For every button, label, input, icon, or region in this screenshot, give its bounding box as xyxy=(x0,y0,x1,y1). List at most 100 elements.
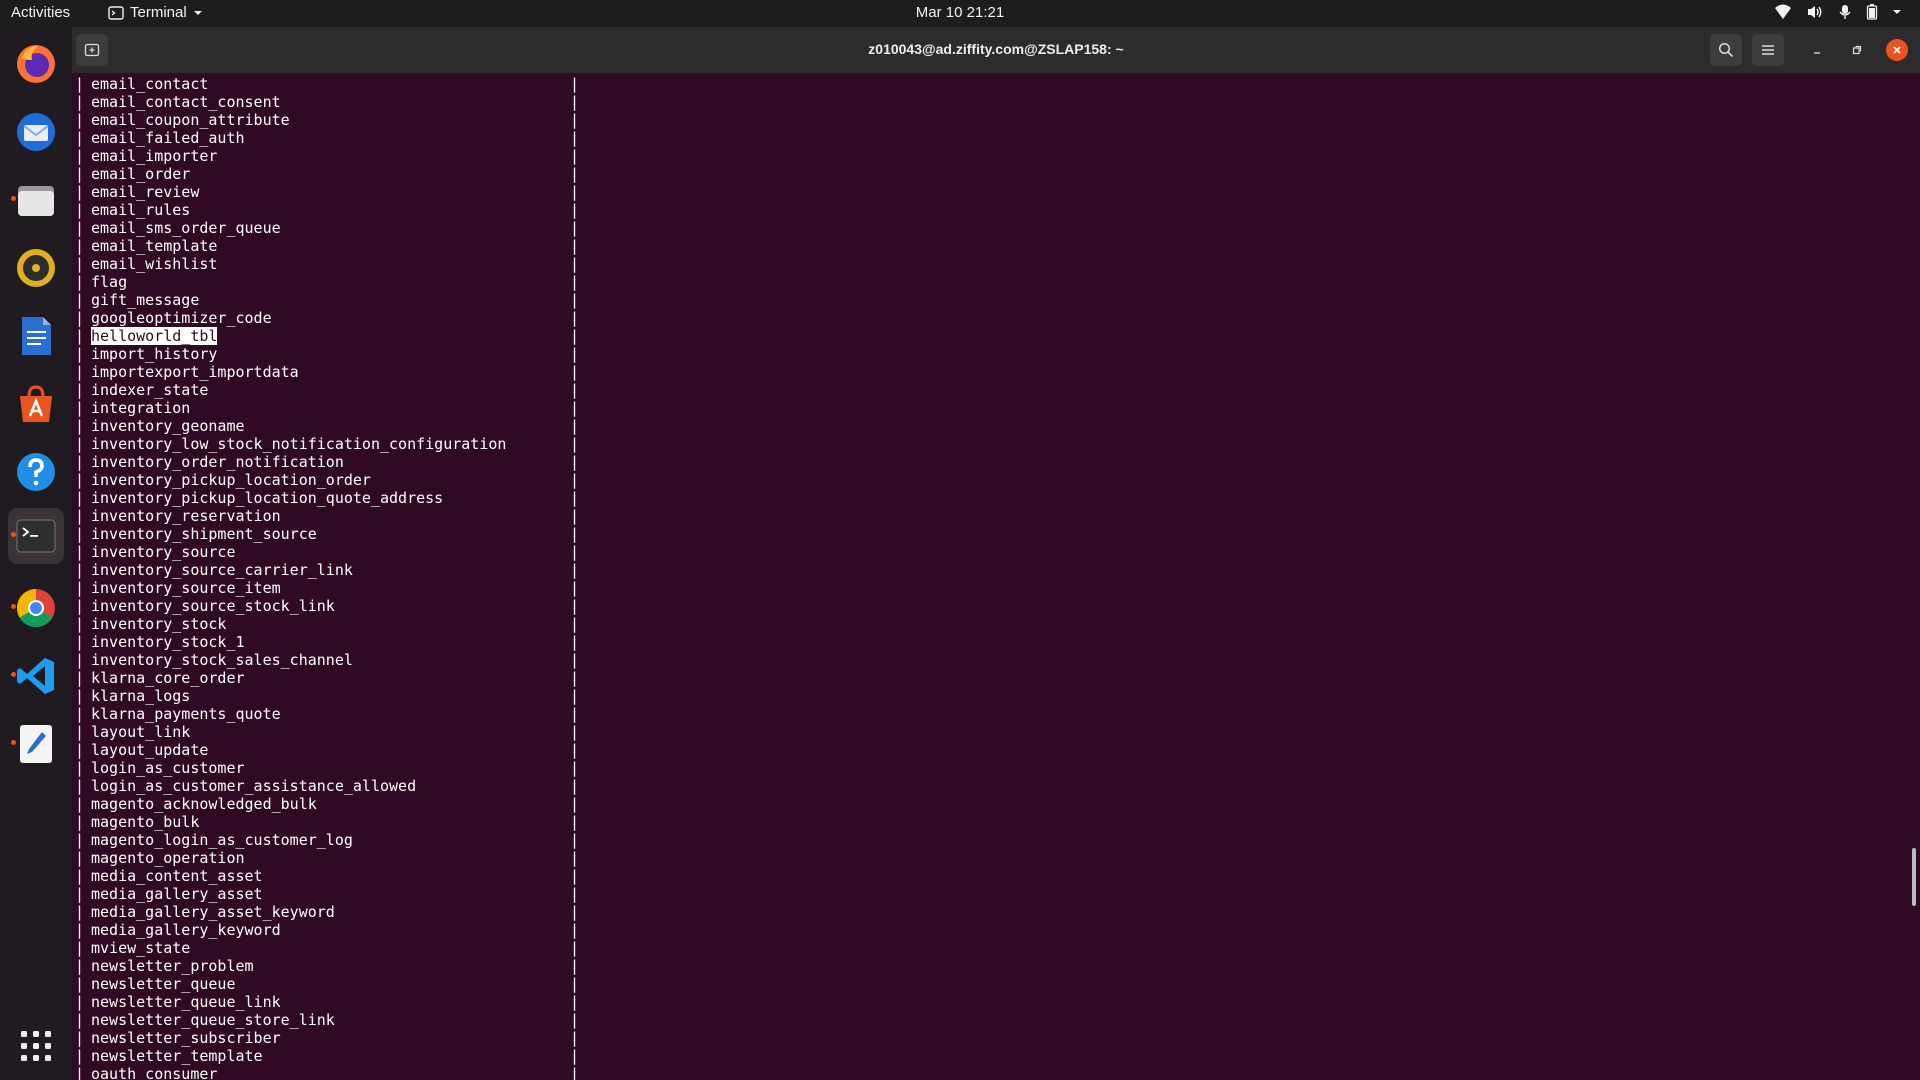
column-border-right: | xyxy=(570,273,580,291)
table-name: importexport_importdata xyxy=(91,363,299,381)
search-button[interactable] xyxy=(1710,34,1742,66)
table-row: | integration | xyxy=(75,399,1895,417)
column-border-left: | xyxy=(75,1029,85,1047)
column-border-left: | xyxy=(75,615,85,633)
column-border-left: | xyxy=(75,867,85,885)
column-border-left: | xyxy=(75,939,85,957)
table-row: | klarna_core_order | xyxy=(75,669,1895,687)
dock-vscode[interactable] xyxy=(8,648,64,704)
column-border-right: | xyxy=(570,579,580,597)
column-border-left: | xyxy=(75,489,85,507)
table-name: newsletter_subscriber xyxy=(91,1029,281,1047)
column-border-left: | xyxy=(75,381,85,399)
column-border-left: | xyxy=(75,651,85,669)
column-border-left: | xyxy=(75,741,85,759)
column-border-left: | xyxy=(75,831,85,849)
column-border-left: | xyxy=(75,435,85,453)
app-menu-terminal[interactable]: Terminal xyxy=(108,4,203,21)
dock-text-editor[interactable] xyxy=(8,716,64,772)
table-row: | inventory_source | xyxy=(75,543,1895,561)
column-border-right: | xyxy=(570,399,580,417)
table-name: newsletter_template xyxy=(91,1047,263,1065)
table-name: media_gallery_asset_keyword xyxy=(91,903,335,921)
dock-firefox[interactable] xyxy=(8,36,64,92)
restore-button[interactable] xyxy=(1846,39,1868,61)
chrome-icon xyxy=(16,588,55,628)
table-row: | email_importer | xyxy=(75,147,1895,165)
table-name: inventory_order_notification xyxy=(91,453,344,471)
minimize-button[interactable] xyxy=(1806,39,1828,61)
system-tray[interactable] xyxy=(1774,4,1902,20)
column-border-left: | xyxy=(75,417,85,435)
libreoffice-writer-icon xyxy=(22,317,51,355)
column-border-right: | xyxy=(570,129,580,147)
table-row: | email_sms_order_queue | xyxy=(75,219,1895,237)
table-row: | mview_state | xyxy=(75,939,1895,957)
table-row: | inventory_pickup_location_quote_address… xyxy=(75,489,1895,507)
table-name: email_order xyxy=(91,165,191,183)
table-name: magento_login_as_customer_log xyxy=(91,831,353,849)
window-title: z010043@ad.ziffity.com@ZSLAP158: ~ xyxy=(868,41,1124,57)
hamburger-menu-button[interactable] xyxy=(1752,34,1784,66)
dock-files[interactable] xyxy=(8,172,64,228)
column-border-left: | xyxy=(75,237,85,255)
activities-button[interactable]: Activities xyxy=(11,4,70,21)
dock-show-applications[interactable] xyxy=(8,1018,64,1074)
column-border-right: | xyxy=(570,687,580,705)
table-name: indexer_state xyxy=(91,381,209,399)
column-border-left: | xyxy=(75,1047,85,1065)
table-row: | klarna_payments_quote | xyxy=(75,705,1895,723)
column-border-left: | xyxy=(75,777,85,795)
column-border-right: | xyxy=(570,921,580,939)
dock-ubuntu-software[interactable] xyxy=(8,376,64,432)
table-name: email_contact_consent xyxy=(91,93,281,111)
dock-terminal[interactable] xyxy=(8,508,64,564)
table-name: mview_state xyxy=(91,939,191,957)
table-name: inventory_stock xyxy=(91,615,227,633)
table-name: inventory_shipment_source xyxy=(91,525,317,543)
table-name: inventory_source_item xyxy=(91,579,281,597)
column-border-right: | xyxy=(570,453,580,471)
scrollbar-thumb[interactable] xyxy=(1912,848,1916,906)
column-border-left: | xyxy=(75,795,85,813)
table-row: | inventory_shipment_source | xyxy=(75,525,1895,543)
dock-rhythmbox[interactable] xyxy=(8,240,64,296)
table-row: | gift_message | xyxy=(75,291,1895,309)
column-border-right: | xyxy=(570,255,580,273)
clock[interactable]: Mar 10 21:21 xyxy=(916,4,1004,21)
column-border-right: | xyxy=(570,75,580,93)
running-indicator xyxy=(11,604,16,609)
table-name: newsletter_queue xyxy=(91,975,236,993)
table-row: | email_contact | xyxy=(75,75,1895,93)
column-border-left: | xyxy=(75,165,85,183)
column-border-right: | xyxy=(570,831,580,849)
table-name: magento_bulk xyxy=(91,813,200,831)
column-border-left: | xyxy=(75,885,85,903)
scrollbar[interactable] xyxy=(1908,73,1920,1080)
column-border-right: | xyxy=(570,1047,580,1065)
table-name: media_content_asset xyxy=(91,867,263,885)
help-icon xyxy=(17,453,55,491)
close-button[interactable] xyxy=(1886,39,1908,61)
column-border-left: | xyxy=(75,291,85,309)
table-row: | email_review | xyxy=(75,183,1895,201)
column-border-right: | xyxy=(570,291,580,309)
running-indicator xyxy=(11,196,16,201)
terminal-output[interactable]: | email_contact | | email_contact_consent | | e… xyxy=(72,73,1920,1080)
dock-libreoffice-writer[interactable] xyxy=(8,308,64,364)
table-name: integration xyxy=(91,399,191,417)
table-row: | inventory_source_carrier_link | xyxy=(75,561,1895,579)
column-border-left: | xyxy=(75,453,85,471)
table-name: email_importer xyxy=(91,147,218,165)
dock-chrome[interactable] xyxy=(8,580,64,636)
dock-thunderbird[interactable] xyxy=(8,104,64,160)
system-menu-caret-icon xyxy=(1893,10,1901,14)
column-border-left: | xyxy=(75,543,85,561)
table-name: klarna_logs xyxy=(91,687,191,705)
column-border-left: | xyxy=(75,849,85,867)
dock-help[interactable] xyxy=(8,444,64,500)
table-row: | email_coupon_attribute | xyxy=(75,111,1895,129)
column-border-right: | xyxy=(570,849,580,867)
table-name: inventory_stock_1 xyxy=(91,633,245,651)
column-border-left: | xyxy=(75,705,85,723)
